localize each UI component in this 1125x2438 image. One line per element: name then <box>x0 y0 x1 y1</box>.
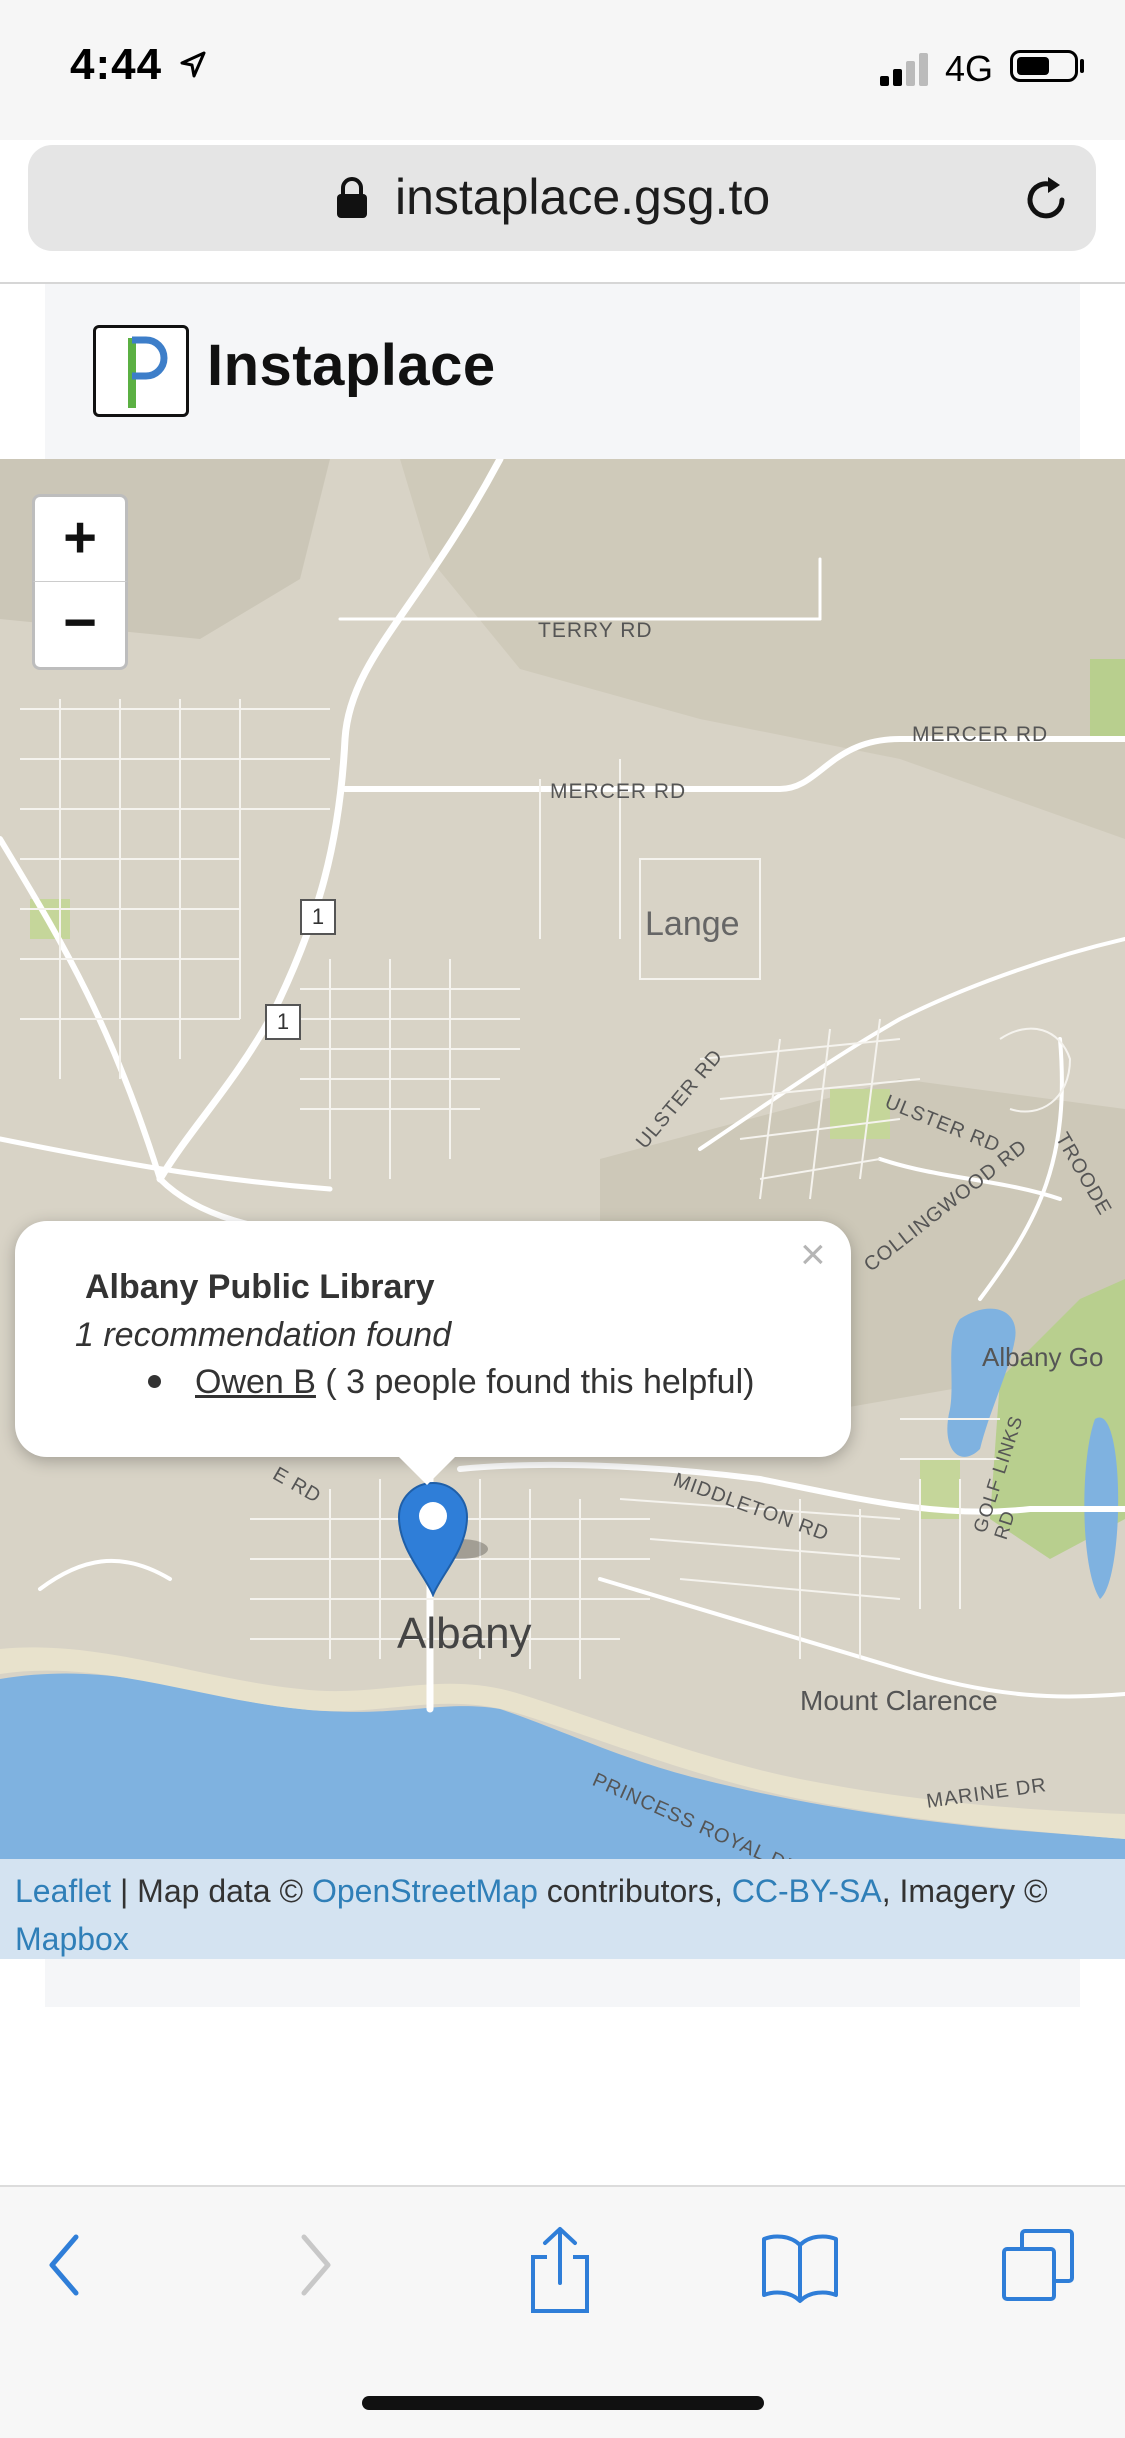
map-view[interactable]: 1 1 TERRY RD MERCER RD MERCER RD Lange U… <box>0 459 1125 1859</box>
route-shield: 1 <box>300 899 336 935</box>
helpful-count: ( 3 people found this helpful) <box>315 1363 755 1401</box>
map-marker-icon[interactable] <box>395 1479 471 1597</box>
bookmarks-icon[interactable] <box>760 2225 840 2305</box>
page-footer-strip <box>45 1959 1080 2007</box>
map-label-city: Albany <box>397 1609 532 1658</box>
network-type: 4G <box>945 48 994 89</box>
popup-title: Albany Public Library <box>85 1268 435 1306</box>
recommendation-item: Owen B ( 3 people found this helpful) <box>195 1363 754 1402</box>
zoom-in-button[interactable]: + <box>32 494 128 582</box>
logo-mark-icon <box>128 336 168 408</box>
url-text[interactable]: instaplace.gsg.to <box>395 168 770 226</box>
battery-icon <box>1010 50 1078 82</box>
map-label: MERCER RD <box>912 723 1049 746</box>
back-icon[interactable] <box>40 2225 90 2305</box>
map-attribution: Leaflet | Map data © OpenStreetMap contr… <box>0 1859 1125 1959</box>
site-logo[interactable] <box>93 325 189 417</box>
location-arrow-icon <box>180 51 206 78</box>
popup-subtitle: 1 recommendation found <box>75 1316 452 1354</box>
map-label: Mount Clarence <box>800 1685 998 1716</box>
popup-close-button[interactable]: × <box>800 1230 826 1280</box>
forward-icon[interactable] <box>290 2225 340 2305</box>
cellular-signal-icon <box>880 53 928 86</box>
zoom-out-button[interactable]: − <box>32 582 128 670</box>
leaflet-link[interactable]: Leaflet <box>15 1873 111 1909</box>
site-brand[interactable]: Instaplace <box>207 332 496 399</box>
tabs-icon[interactable] <box>998 2225 1078 2305</box>
list-bullet <box>148 1375 161 1388</box>
site-header <box>45 284 1080 459</box>
route-shield: 1 <box>265 1004 301 1040</box>
map-label: Albany Go <box>982 1342 1104 1372</box>
popup-tip <box>397 1455 457 1485</box>
map-label: Lange <box>645 905 740 943</box>
lock-icon <box>337 177 367 218</box>
map-tiles <box>0 459 1125 1859</box>
osm-link[interactable]: OpenStreetMap <box>312 1873 538 1909</box>
mapbox-link[interactable]: Mapbox <box>15 1921 129 1957</box>
attribution-text: | Map data © <box>111 1873 312 1909</box>
battery-level <box>1017 57 1049 75</box>
map-label: TERRY RD <box>538 619 653 642</box>
battery-nub <box>1080 59 1084 73</box>
map-label: MERCER RD <box>550 780 687 803</box>
share-icon[interactable] <box>525 2225 595 2315</box>
status-time: 4:44 <box>70 40 163 89</box>
attribution-text: , Imagery © <box>881 1873 1048 1909</box>
attribution-text: contributors, <box>537 1873 732 1909</box>
reload-icon[interactable] <box>1018 172 1074 228</box>
recommender-link[interactable]: Owen B <box>195 1363 316 1401</box>
license-link[interactable]: CC-BY-SA <box>732 1873 882 1909</box>
home-indicator <box>362 2396 764 2410</box>
